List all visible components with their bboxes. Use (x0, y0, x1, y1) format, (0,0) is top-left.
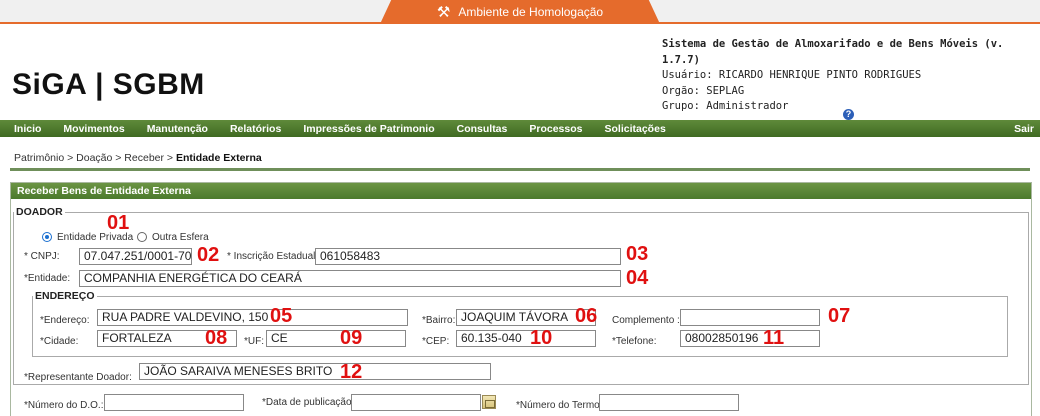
numero-do-label: *Número do D.O.: (24, 400, 104, 411)
cidade-label: *Cidade: (40, 336, 79, 347)
panel-title: Receber Bens de Entidade Externa (11, 183, 1031, 199)
user-name: Usuário: RICARDO HENRIQUE PINTO RODRIGUE… (662, 69, 922, 81)
marker-04: 04 (626, 267, 649, 289)
system-title: Sistema de Gestão de Almoxarifado e de B… (662, 38, 1004, 66)
marker-10: 10 (530, 327, 553, 349)
environment-tab: ⚒ Ambiente de Homologação (380, 0, 660, 24)
marker-08: 08 (205, 327, 228, 349)
nav-manutencao[interactable]: Manutenção (136, 123, 219, 135)
representante-input[interactable]: JOÃO SARAIVA MENESES BRITO (139, 363, 491, 380)
data-publicacao-label: *Data de publicação: (262, 397, 355, 408)
marker-06: 06 (575, 305, 598, 327)
marker-01: 01 (107, 212, 130, 234)
telefone-label: *Telefone: (612, 336, 657, 347)
numero-termo-input[interactable] (599, 394, 739, 411)
ie-label: * Inscrição Estadual: (227, 251, 319, 262)
tools-icon: ⚒ (436, 3, 451, 21)
environment-band: ⚒ Ambiente de Homologação (0, 0, 1040, 24)
bairro-label: *Bairro: (422, 315, 456, 326)
doador-legend: DOADOR (16, 206, 63, 218)
data-publicacao-input[interactable] (351, 394, 481, 411)
numero-do-input[interactable] (104, 394, 244, 411)
calendar-icon[interactable] (482, 395, 496, 409)
app-logo: SiGA | SGBM (12, 68, 205, 101)
complemento-label: Complemento : (612, 315, 680, 326)
help-icon[interactable]: ? (843, 109, 854, 120)
breadcrumb-current: Entidade Externa (175, 152, 262, 164)
nav-movimentos[interactable]: Movimentos (52, 123, 135, 135)
nav-solicitacoes[interactable]: Solicitações (594, 123, 677, 135)
breadcrumb-path[interactable]: Patrimônio > Doação > Receber > (14, 152, 176, 164)
uf-input[interactable]: CE (266, 330, 406, 347)
radio-entidade-privada[interactable] (42, 232, 52, 242)
nav-consultas[interactable]: Consultas (446, 123, 519, 135)
main-nav: Inicio Movimentos Manutenção Relatórios … (0, 120, 1040, 137)
uf-label: *UF: (244, 336, 264, 347)
marker-05: 05 (270, 305, 293, 327)
endereco-legend: ENDEREÇO (35, 290, 95, 302)
marker-02: 02 (197, 244, 220, 266)
cnpj-input[interactable]: 07.047.251/0001-70 (79, 248, 192, 265)
entidade-input[interactable]: COMPANHIA ENERGÉTICA DO CEARÁ (79, 270, 621, 287)
nav-processos[interactable]: Processos (518, 123, 593, 135)
representante-label: *Representante Doador: (24, 372, 132, 383)
ie-input[interactable]: 061058483 (315, 248, 621, 265)
endereco-input[interactable]: RUA PADRE VALDEVINO, 150 (97, 309, 408, 326)
environment-label: Ambiente de Homologação (458, 5, 604, 19)
cnpj-label: * CNPJ: (24, 251, 60, 262)
endereco-label: *Endereço: (40, 315, 90, 326)
telefone-input[interactable]: 08002850196 (680, 330, 820, 347)
breadcrumb-divider (10, 168, 1030, 171)
nav-impressoes[interactable]: Impressões de Patrimonio (292, 123, 445, 135)
cep-label: *CEP: (422, 336, 450, 347)
radio-outra-esfera-label: Outra Esfera (152, 232, 209, 243)
marker-09: 09 (340, 327, 363, 349)
marker-07: 07 (828, 305, 851, 327)
marker-11: 11 (763, 327, 785, 349)
nav-logout[interactable]: Sair (1003, 123, 1040, 135)
breadcrumb: Patrimônio > Doação > Receber > Entidade… (14, 152, 262, 164)
numero-termo-label: *Número do Termo: (516, 400, 603, 411)
system-info: Sistema de Gestão de Almoxarifado e de B… (662, 37, 1040, 115)
nav-relatorios[interactable]: Relatórios (219, 123, 292, 135)
marker-03: 03 (626, 243, 649, 265)
user-org: Orgão: SEPLAG (662, 84, 745, 97)
radio-outra-esfera[interactable] (137, 232, 147, 242)
cep-input[interactable]: 60.135-040 (456, 330, 596, 347)
marker-12: 12 (340, 361, 363, 383)
complemento-input[interactable] (680, 309, 820, 326)
entidade-label: *Entidade: (24, 273, 71, 284)
nav-inicio[interactable]: Inicio (0, 123, 52, 135)
